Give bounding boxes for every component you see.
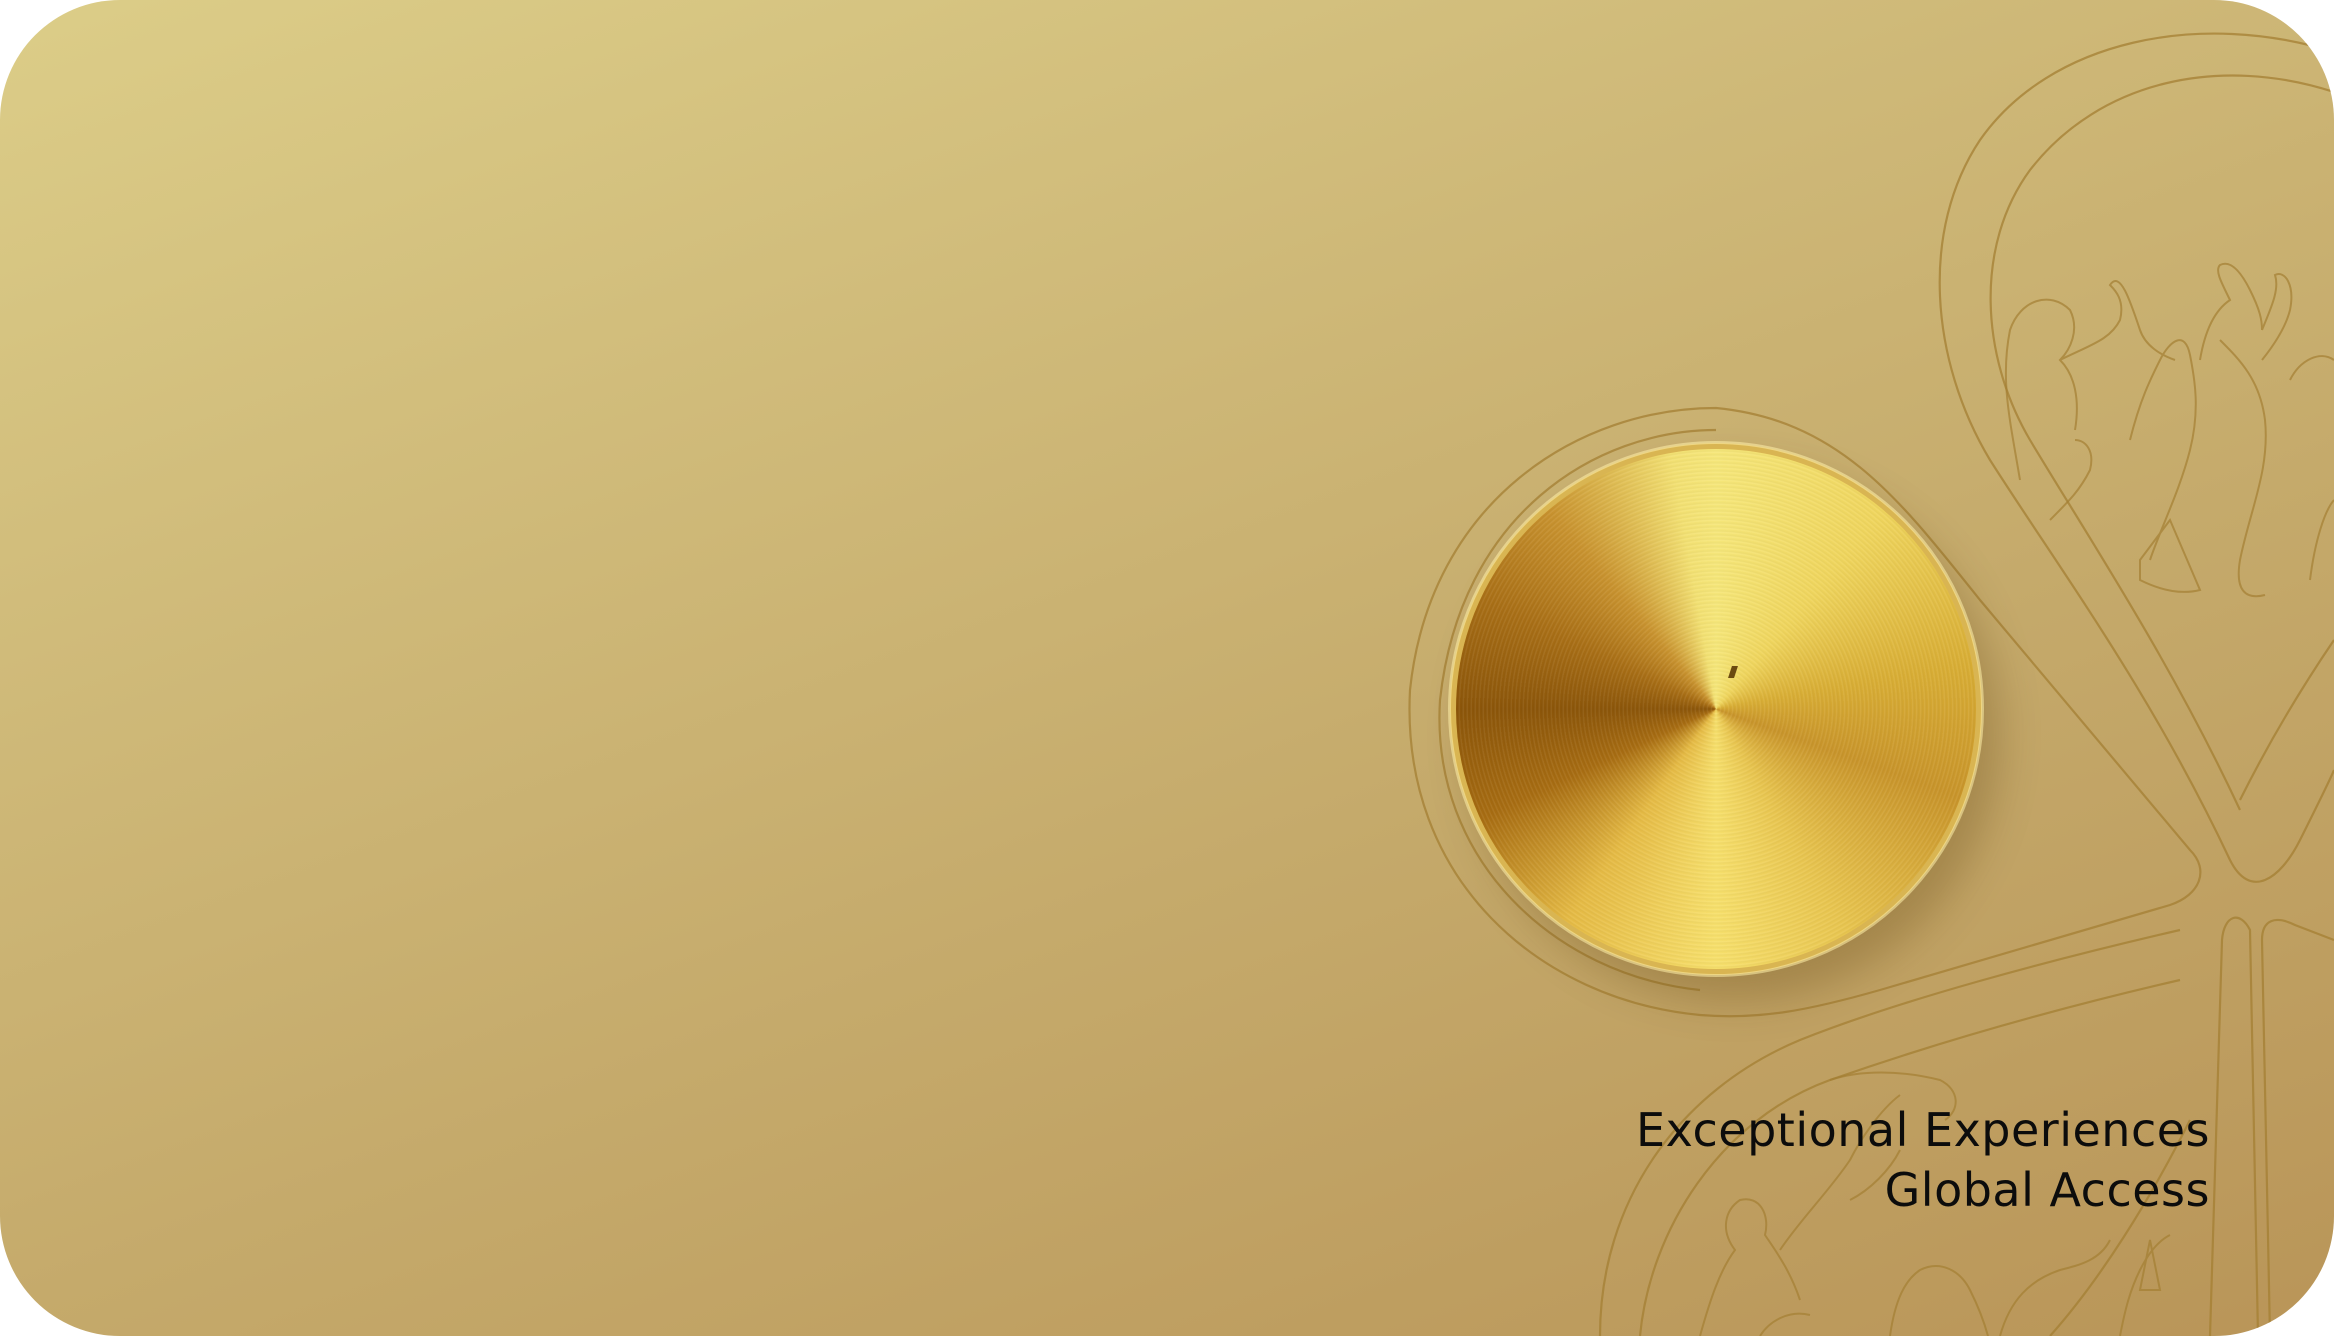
tagline-line-2: Global Access <box>1884 1163 2210 1217</box>
petal-side-line <box>2239 639 2334 801</box>
petal-right-outer <box>2208 916 2260 1336</box>
petal-top-inner <box>1989 74 2334 811</box>
membership-card: Exceptional Experiences Global Access <box>0 0 2334 1336</box>
tagline-line-1: Exceptional Experiences <box>1636 1103 2210 1157</box>
petal-top-outer <box>1938 32 2334 883</box>
petal-right-inner <box>2260 918 2334 1336</box>
crowd-top-silhouettes <box>2004 262 2334 598</box>
brushed-gold-disc-icon <box>1450 443 1982 975</box>
card-tagline: Exceptional Experiences Global Access <box>1636 1100 2210 1220</box>
gold-medallion <box>1448 441 1984 977</box>
